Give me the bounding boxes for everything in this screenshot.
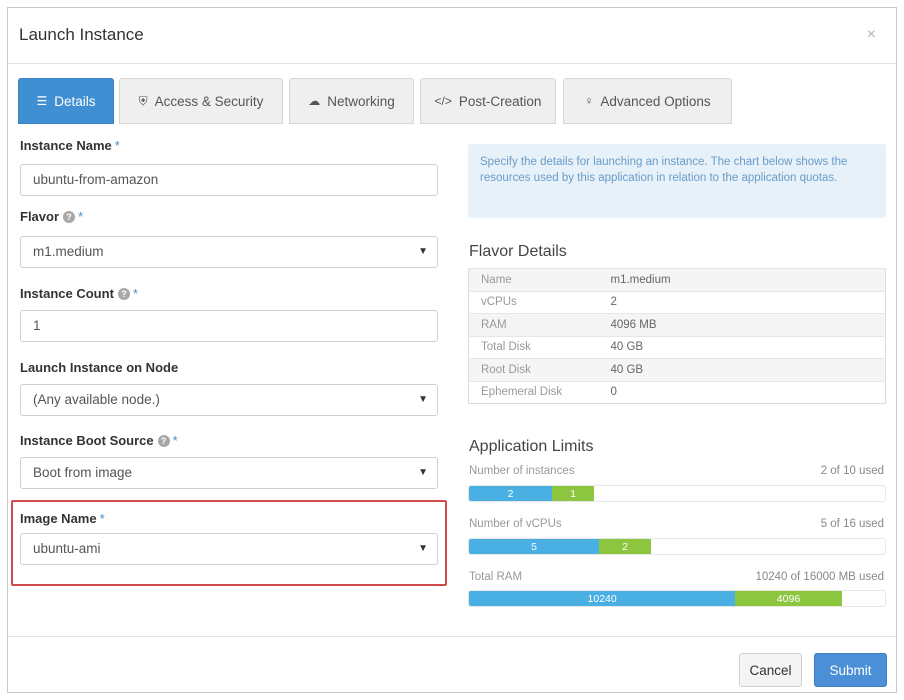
progress-current-segment: 10240 — [469, 591, 736, 606]
flavor-label: Flavor? * — [20, 209, 84, 224]
progress-current-segment: 2 — [469, 486, 553, 501]
progress-bar-ram: 10240 4096 — [468, 590, 886, 607]
modal-title: Launch Instance — [19, 25, 144, 44]
table-row: Total Disk 40 GB — [468, 335, 886, 359]
chevron-down-icon: ▼ — [418, 394, 428, 405]
limit-label-vcpus: Number of vCPUs — [469, 518, 562, 530]
progress-added-segment: 1 — [552, 486, 594, 501]
submit-button[interactable]: Submit — [814, 653, 887, 687]
flavor-detail-key: Name — [468, 268, 599, 291]
tab-networking[interactable]: ☁ Networking — [289, 78, 414, 124]
progress-bar-instances: 21 — [468, 485, 886, 502]
flavor-detail-value: 4096 MB — [598, 313, 886, 336]
instance-name-input[interactable]: ubuntu-from-amazon — [20, 164, 438, 196]
launch-on-node-select[interactable]: (Any available node.) ▼ — [20, 384, 438, 416]
launch-on-node-label: Launch Instance on Node — [20, 360, 179, 375]
instance-count-input[interactable]: 1 — [20, 310, 438, 342]
tab-label: Post-Creation — [458, 93, 542, 109]
chevron-down-icon: ▼ — [418, 543, 428, 554]
table-row: vCPUs 2 — [468, 290, 886, 314]
limit-used-ram: 10240 of 16000 MB used — [755, 571, 884, 583]
flavor-detail-key: Total Disk — [468, 335, 599, 359]
lightbulb-icon: ♀ — [584, 94, 594, 108]
tab-access-security[interactable]: ⛨ Access & Security — [119, 78, 283, 124]
limit-used-instances: 2 of 10 used — [820, 465, 884, 477]
flavor-details-table: Name m1.medium vCPUs 2 RAM 4096 MB Total Disk 4… — [468, 268, 886, 404]
flavor-detail-key: RAM — [468, 313, 599, 336]
boot-source-select[interactable]: Boot from image ▼ — [20, 457, 438, 489]
info-box: Specify the details for launching an ins… — [468, 144, 886, 218]
table-row: Root Disk 40 GB — [468, 358, 886, 381]
image-name-label: Image Name * — [20, 511, 105, 526]
tab-label: Access & Security — [154, 93, 264, 109]
flavor-detail-key: Ephemeral Disk — [468, 380, 599, 404]
help-icon[interactable]: ? — [63, 211, 76, 223]
flavor-detail-key: vCPUs — [468, 290, 599, 314]
progress-added-segment: 4096 — [735, 591, 842, 606]
instance-count-label: Instance Count? * — [20, 286, 138, 301]
limit-label-instances: Number of instances — [469, 465, 575, 477]
required-marker: * — [172, 433, 178, 448]
help-icon[interactable]: ? — [117, 288, 130, 300]
application-limits-title: Application Limits — [469, 438, 594, 455]
chevron-down-icon: ▼ — [418, 467, 428, 478]
required-marker: * — [132, 286, 138, 301]
table-row: Ephemeral Disk 0 — [468, 380, 886, 404]
flavor-details-title: Flavor Details — [469, 243, 567, 260]
required-marker: * — [78, 209, 84, 224]
required-marker: * — [99, 511, 105, 526]
boot-source-label: Instance Boot Source? * — [20, 433, 178, 448]
progress-added-segment: 2 — [599, 539, 651, 554]
progress-bar-vcpus: 52 — [468, 538, 886, 555]
cloud-icon: ☁ — [308, 94, 321, 108]
progress-current-segment: 5 — [469, 539, 599, 554]
flavor-detail-value: 0 — [598, 380, 886, 404]
help-icon[interactable]: ? — [157, 435, 170, 447]
tab-details[interactable]: ☰ Details — [18, 78, 114, 124]
tab-label: Advanced Options — [600, 93, 711, 109]
code-icon: </> — [434, 94, 452, 108]
flavor-detail-value: 2 — [598, 290, 886, 314]
flavor-detail-value: 40 GB — [598, 335, 886, 359]
flavor-detail-key: Root Disk — [468, 358, 599, 381]
launch-instance-modal: Launch Instance × ☰ Details ⛨ Access & S… — [7, 7, 897, 693]
table-row: RAM 4096 MB — [468, 313, 886, 336]
limit-used-vcpus: 5 of 16 used — [820, 518, 884, 530]
cancel-button[interactable]: Cancel — [739, 653, 802, 687]
list-icon: ☰ — [36, 94, 48, 108]
shield-icon: ⛨ — [138, 93, 148, 108]
modal-header: Launch Instance × — [8, 8, 896, 64]
tab-label: Networking — [327, 93, 395, 109]
tab-advanced-options[interactable]: ♀ Advanced Options — [563, 78, 732, 124]
required-marker: * — [114, 138, 120, 153]
image-name-select[interactable]: ubuntu-ami ▼ — [20, 533, 438, 565]
modal-footer: Cancel Submit — [8, 636, 896, 694]
limit-label-ram: Total RAM — [469, 571, 523, 583]
close-icon[interactable]: × — [867, 26, 876, 44]
tab-post-creation[interactable]: </> Post-Creation — [420, 78, 556, 124]
flavor-detail-value: 40 GB — [598, 358, 886, 381]
instance-name-label: Instance Name * — [20, 138, 120, 153]
flavor-detail-value: m1.medium — [598, 268, 886, 291]
table-row: Name m1.medium — [468, 268, 886, 291]
chevron-down-icon: ▼ — [418, 246, 428, 257]
tab-label: Details — [54, 93, 96, 109]
flavor-select[interactable]: m1.medium ▼ — [20, 236, 438, 268]
